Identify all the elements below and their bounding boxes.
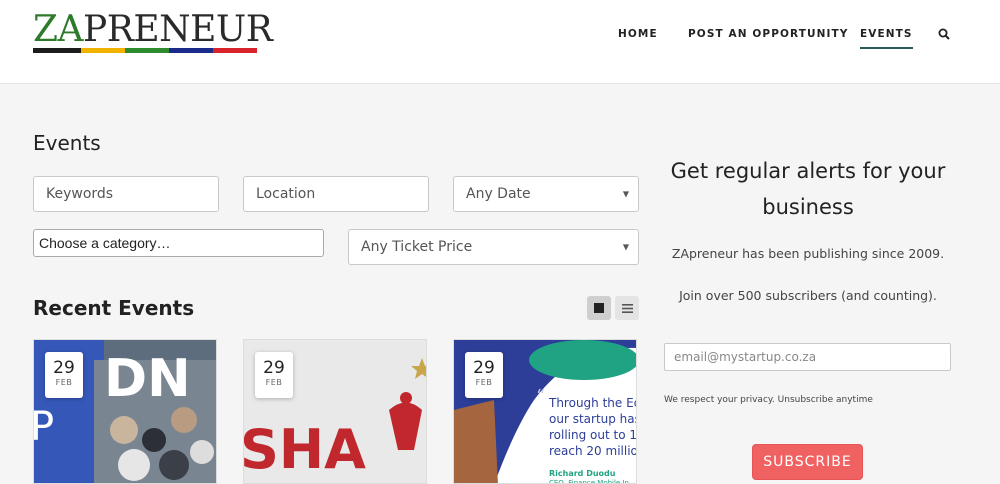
event-month: FEB [265,378,283,387]
event-day: 29 [263,358,285,378]
event-quote-line: rolling out to 12 [549,428,637,442]
event-month: FEB [475,378,493,387]
event-date-badge: 29 FEB [255,352,293,398]
event-quote-role: CEO, Finance Mobile In [549,479,629,484]
event-quote-line: Through the Ec [548,396,637,410]
recent-events-heading: Recent Events [33,296,195,320]
email-field[interactable]: email@mystartup.co.za [664,343,951,371]
nav-events[interactable]: EVENTS [860,28,913,49]
newsletter-title: Get regular alerts for your business [670,159,946,219]
ticket-price-select[interactable]: Any Ticket Price ▼ [348,229,639,265]
main-nav: HOME POST AN OPPORTUNITY EVENTS [0,28,1000,49]
grid-icon [594,303,604,313]
event-day: 29 [473,358,495,378]
event-image-text: SHA [244,418,366,481]
svg-text:“: “ [536,386,545,407]
date-select[interactable]: Any Date ▼ [453,176,639,212]
chevron-down-icon: ▼ [622,189,629,199]
page-title: Events [33,131,101,155]
event-date-badge: 29 FEB [465,352,503,398]
grid-view-toggle[interactable] [587,296,611,320]
category-select[interactable]: Choose a category… [33,229,324,257]
nav-post-opportunity[interactable]: POST AN OPPORTUNITY [688,28,848,40]
event-quote-line: reach 20 million [549,444,637,458]
newsletter-subscribers-text: Join over 500 subscribers (and counting)… [679,288,937,303]
event-card[interactable]: “ Through the Ec our startup has rolling… [453,339,637,484]
location-input[interactable]: Location [243,176,429,212]
site-header: ZAPRENEUR HOME POST AN OPPORTUNITY EVENT… [0,0,1000,84]
event-month: FEB [55,378,73,387]
date-select-value: Any Date [466,186,531,202]
event-card[interactable]: SHA 29 FEB [243,339,427,484]
ticket-price-value: Any Ticket Price [361,239,473,255]
svg-text:P: P [34,404,54,450]
event-date-badge: 29 FEB [45,352,83,398]
list-view-toggle[interactable] [615,296,639,320]
event-image-text: DN [104,349,191,409]
event-card[interactable]: DN P 29 FEB [33,339,217,484]
list-icon [621,303,633,313]
newsletter-since-text: ZApreneur has been publishing since 2009… [671,246,945,261]
chevron-down-icon: ▼ [622,242,629,252]
event-day: 29 [53,358,75,378]
keywords-input[interactable]: Keywords [33,176,219,212]
search-icon[interactable] [938,28,950,43]
event-quote-line: our startup has [549,412,637,426]
privacy-note: We respect your privacy. Unsubscribe any… [664,395,873,405]
event-quote-author: Richard Duodu [549,469,616,478]
logo-flag-stripes [33,48,257,53]
nav-home[interactable]: HOME [618,28,658,40]
subscribe-button[interactable]: SUBSCRIBE [752,444,863,480]
